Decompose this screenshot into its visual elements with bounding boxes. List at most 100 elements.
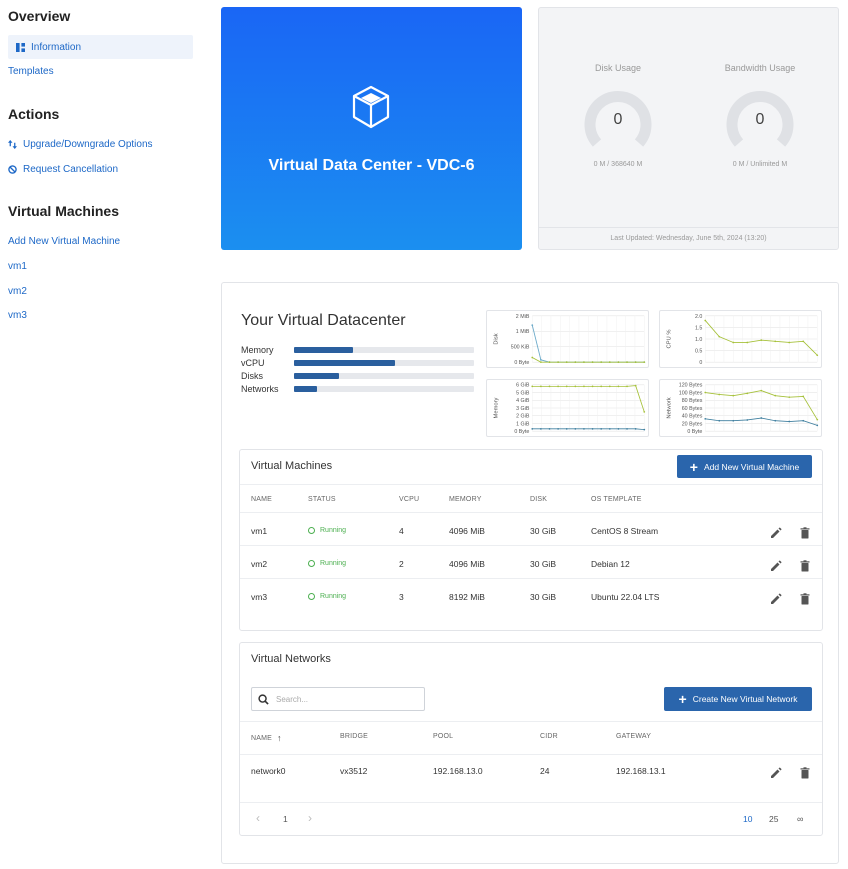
search-input[interactable] xyxy=(276,694,416,704)
prev-page-button[interactable]: ‹ xyxy=(256,811,260,825)
data-point xyxy=(574,361,577,364)
tick-label: 0 Byte xyxy=(514,429,529,435)
header-label: Name xyxy=(251,734,273,742)
data-point xyxy=(774,419,777,422)
data-point xyxy=(557,385,559,388)
network-card-title: Virtual Networks xyxy=(251,653,331,665)
status-text: Running xyxy=(320,527,347,534)
col-header-name[interactable]: Name xyxy=(251,496,272,503)
sidebar-item-information[interactable]: Information xyxy=(8,35,193,59)
resource-label: vCPU xyxy=(241,358,265,368)
tick-label: 0 xyxy=(699,360,702,366)
next-page-button[interactable]: › xyxy=(308,811,312,825)
datacenter-heading: Your Virtual Datacenter xyxy=(241,312,406,329)
edit-icon-shape xyxy=(771,767,782,778)
edit-icon[interactable] xyxy=(770,592,782,604)
edit-icon[interactable] xyxy=(770,559,782,571)
create-network-button[interactable]: + Create New Virtual Network xyxy=(664,687,812,711)
button-label: Add New Virtual Machine xyxy=(703,461,800,472)
data-point xyxy=(643,428,646,431)
data-point xyxy=(788,341,791,344)
data-point xyxy=(600,361,603,364)
divider xyxy=(240,721,822,722)
resource-label: Networks xyxy=(241,384,279,394)
data-point xyxy=(634,384,637,387)
data-point xyxy=(774,394,777,397)
data-point xyxy=(746,392,749,395)
cell-name[interactable]: vm1 xyxy=(251,526,267,536)
axis-label: Network xyxy=(667,397,673,418)
page-number[interactable]: 1 xyxy=(283,814,288,824)
sidebar-item-upgrade[interactable]: Upgrade/Downgrade Options xyxy=(8,139,153,150)
edit-icon-shape xyxy=(771,527,782,538)
sidebar-item-vm3[interactable]: vm3 xyxy=(8,310,27,321)
delete-icon[interactable] xyxy=(799,766,811,779)
col-header-disk[interactable]: Disk xyxy=(530,496,547,503)
network-search[interactable] xyxy=(251,687,425,711)
resource-fill xyxy=(294,373,339,379)
cell-os: Debian 12 xyxy=(591,559,630,569)
sidebar-item-cancel[interactable]: Request Cancellation xyxy=(8,164,118,175)
col-header-gateway[interactable]: Gateway xyxy=(616,733,651,740)
col-header-name[interactable]: Name ↑ xyxy=(251,733,282,743)
page-size-10[interactable]: 10 xyxy=(743,814,752,824)
delete-icon[interactable] xyxy=(799,592,811,605)
resource-track xyxy=(294,347,474,353)
data-point xyxy=(531,427,534,430)
resource-row: Disks xyxy=(241,370,476,382)
data-point xyxy=(531,385,534,388)
cell-name: network0 xyxy=(251,766,286,776)
cell-memory: 4096 MiB xyxy=(449,559,485,569)
data-point xyxy=(531,356,534,359)
col-header-memory[interactable]: Memory xyxy=(449,496,482,503)
delete-icon[interactable] xyxy=(799,559,811,572)
sidebar-item-label: Information xyxy=(31,41,82,53)
sidebar-item-label: Request Cancellation xyxy=(23,164,119,175)
cell-vcpu: 4 xyxy=(399,526,404,536)
vm-card-title: Virtual Machines xyxy=(251,460,333,472)
edit-icon[interactable] xyxy=(770,526,782,538)
cell-os: Ubuntu 22.04 LTS xyxy=(591,592,660,602)
tick-label: 3 GiB xyxy=(516,406,530,412)
data-point xyxy=(565,427,568,430)
resource-fill xyxy=(294,386,318,392)
data-point xyxy=(760,417,763,419)
data-point xyxy=(732,341,735,344)
resource-label: Memory xyxy=(241,345,274,355)
delete-icon[interactable] xyxy=(799,526,811,539)
data-point xyxy=(760,389,763,392)
page-size-25[interactable]: 25 xyxy=(769,814,778,824)
cell-disk: 30 GiB xyxy=(530,592,556,602)
data-point xyxy=(617,385,620,388)
col-header-os[interactable]: OS Template xyxy=(591,496,642,503)
data-point xyxy=(634,427,637,430)
data-point xyxy=(718,419,721,422)
memory-chart: Memory 0 Byte 1 GiB2 GiB 3 GiB 4 GiB 5 GiB6 G… xyxy=(486,379,649,437)
resource-track xyxy=(294,373,474,379)
col-header-vcpu[interactable]: vCPU xyxy=(399,496,419,503)
col-header-bridge[interactable]: Bridge xyxy=(340,733,368,740)
sidebar-item-add-vm[interactable]: Add New Virtual Machine xyxy=(8,236,120,247)
data-point xyxy=(565,361,568,364)
data-point xyxy=(643,361,646,364)
gauge-label: Disk Usage xyxy=(594,63,641,73)
data-point xyxy=(574,385,577,388)
data-point xyxy=(548,385,551,388)
page-size-all[interactable]: ∞ xyxy=(797,814,803,824)
sidebar-item-vm1[interactable]: vm1 xyxy=(8,261,27,272)
cpu-chart: CPU % 0 0.5 1.0 1.5 2.0 xyxy=(659,310,822,368)
sidebar-item-templates[interactable]: Templates xyxy=(8,66,54,77)
col-header-status[interactable]: Status xyxy=(308,496,336,503)
add-vm-button[interactable]: + Add New Virtual Machine xyxy=(677,455,812,478)
edit-icon[interactable] xyxy=(770,766,782,778)
cell-name[interactable]: vm2 xyxy=(251,559,267,569)
data-point xyxy=(802,419,805,422)
cell-name[interactable]: vm3 xyxy=(251,592,267,602)
gauge-ring: 0 xyxy=(725,87,795,157)
disk-usage-gauge: Disk Usage 0 0 M / 368640 M xyxy=(563,63,673,168)
col-header-pool[interactable]: Pool xyxy=(433,733,453,740)
col-header-cidr[interactable]: CIDR xyxy=(540,733,558,740)
trash-icon-shape xyxy=(800,767,810,779)
tick-label: 40 Bytes xyxy=(682,414,703,420)
sidebar-item-vm2[interactable]: vm2 xyxy=(8,286,27,297)
